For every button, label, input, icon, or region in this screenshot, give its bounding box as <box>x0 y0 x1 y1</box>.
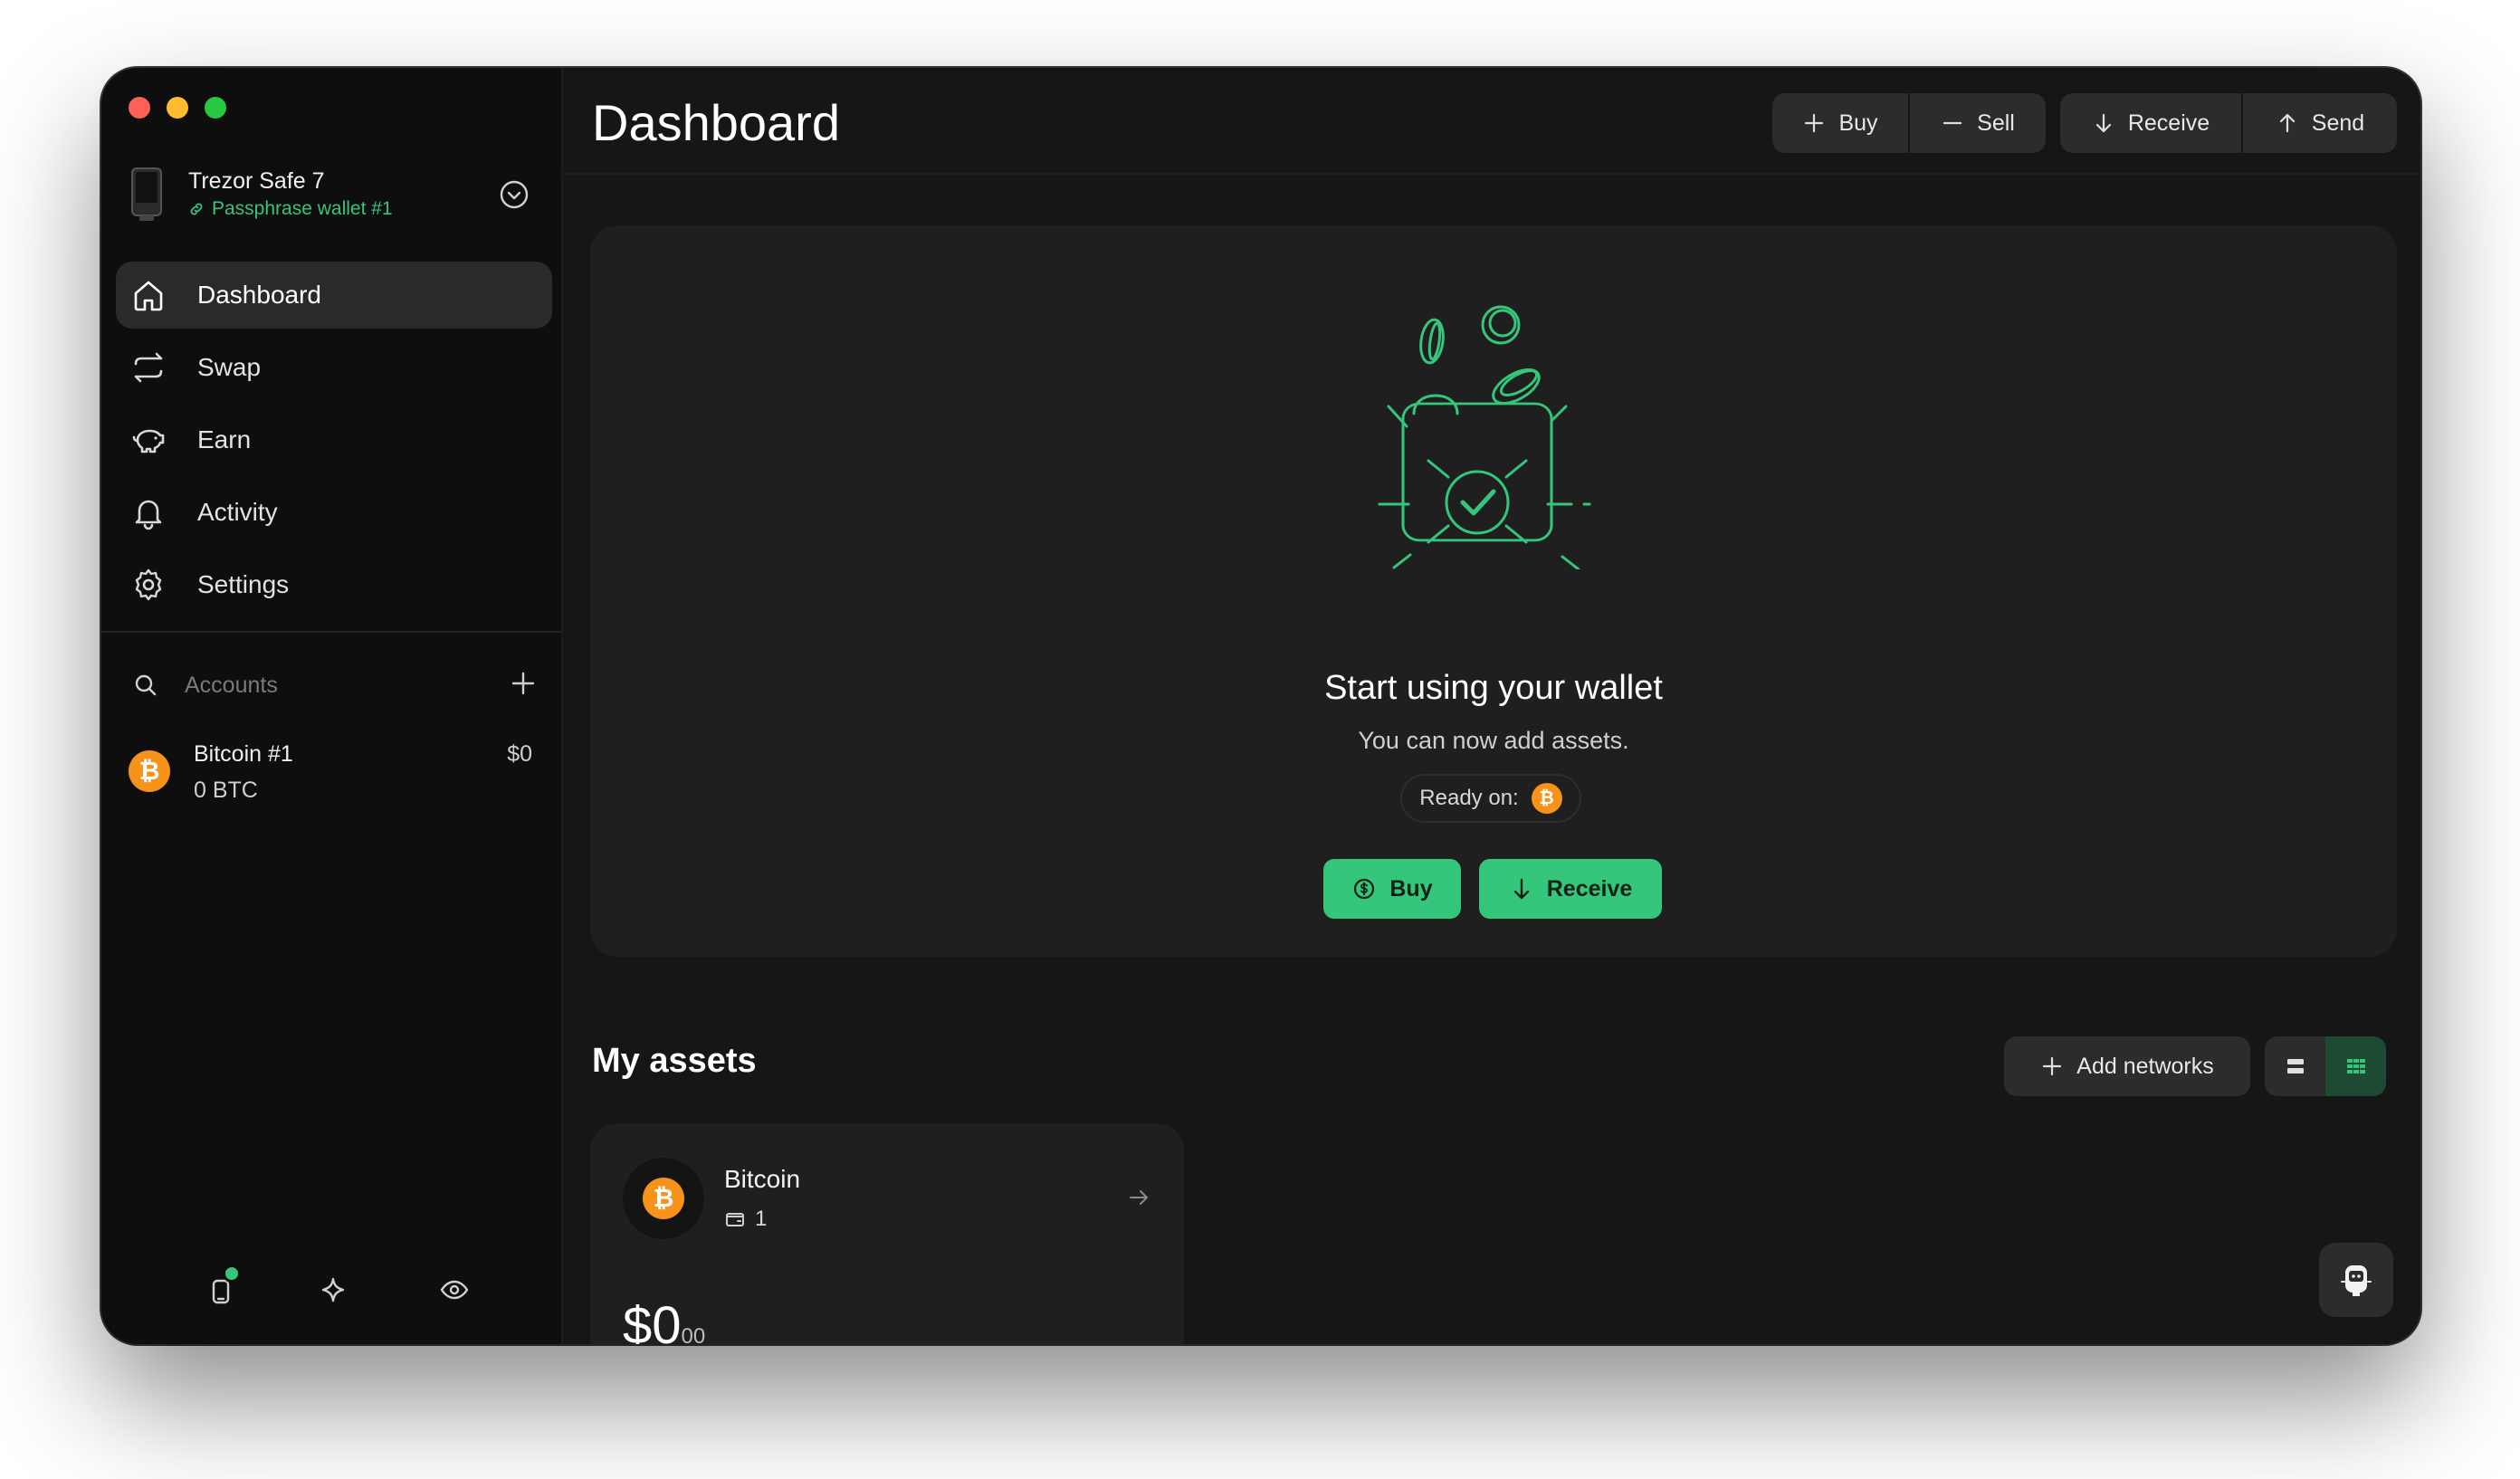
page-title: Dashboard <box>592 94 840 151</box>
minus-icon <box>1943 121 1962 125</box>
list-view-icon <box>2286 1059 2304 1073</box>
accounts-count: 1 <box>755 1207 768 1231</box>
nav-label: Dashboard <box>197 281 321 309</box>
view-mode-toggle <box>2265 1036 2386 1096</box>
empty-state-title: Start using your wallet <box>1324 669 1663 707</box>
arrow-down-icon <box>1513 878 1529 900</box>
sparkle-icon <box>321 1277 345 1302</box>
trezor-device-icon <box>131 167 162 221</box>
top-bar: Dashboard Buy Sell Receive Send <box>563 68 2420 175</box>
wallet-label: Passphrase wallet #1 <box>188 196 393 222</box>
account-fiat-value: $0 <box>507 741 532 767</box>
buy-button[interactable]: Buy <box>1323 859 1461 919</box>
nav-item-dashboard[interactable]: Dashboard <box>116 262 552 329</box>
empty-state-subtitle: You can now add assets. <box>1358 727 1629 754</box>
connected-status-dot <box>223 1264 241 1283</box>
asset-card-bitcoin[interactable]: ₿ Bitcoin 1 $000 <box>590 1123 1184 1344</box>
accounts-search-label: Accounts <box>185 672 278 698</box>
asset-accounts-count: 1 <box>724 1207 767 1232</box>
header-send-button[interactable]: Send <box>2243 93 2397 153</box>
nav-item-earn[interactable]: Earn <box>116 406 552 473</box>
header-send-label: Send <box>2311 110 2365 136</box>
list-view-button[interactable] <box>2265 1036 2325 1096</box>
header-receive-button[interactable]: Receive <box>2060 93 2241 153</box>
account-balance: 0 BTC <box>194 778 258 803</box>
header-sell-button[interactable]: Sell <box>1910 93 2046 153</box>
nav-label: Earn <box>197 425 252 453</box>
asset-name: Bitcoin <box>724 1165 801 1193</box>
asset-value-main: $0 <box>623 1296 682 1344</box>
asset-icon: ₿ <box>623 1158 704 1239</box>
gear-icon <box>135 568 162 601</box>
header-buy-button[interactable]: Buy <box>1772 93 1908 153</box>
eye-icon <box>440 1280 469 1300</box>
toggle-privacy-button[interactable] <box>436 1272 472 1308</box>
add-networks-label: Add networks <box>2076 1053 2214 1079</box>
app-window: Trezor Safe 7 Passphrase wallet #1 Dashb… <box>101 68 2420 1344</box>
minimize-window-button[interactable] <box>167 97 188 119</box>
ready-on-badge: Ready on: ₿ <box>1400 774 1581 823</box>
bitcoin-icon: ₿ <box>129 750 170 792</box>
bell-icon <box>135 500 162 530</box>
device-name: Trezor Safe 7 <box>188 168 325 194</box>
wallet-checkmark-illustration <box>1378 305 1591 569</box>
nav-label: Activity <box>197 498 278 526</box>
arrow-down-icon <box>2095 113 2111 133</box>
bitcoin-icon: ₿ <box>1531 783 1562 814</box>
plus-icon <box>1805 113 1824 133</box>
sidebar-footer <box>101 1264 561 1326</box>
piggy-bank-icon <box>132 429 165 453</box>
nav-item-activity[interactable]: Activity <box>116 479 552 546</box>
ready-on-label: Ready on: <box>1419 786 1519 810</box>
whats-new-button[interactable] <box>315 1272 351 1308</box>
grid-view-button[interactable] <box>2325 1036 2386 1096</box>
empty-state-card: Start using your wallet You can now add … <box>590 225 2397 957</box>
sidebar-divider <box>101 631 561 633</box>
swap-icon <box>134 352 163 383</box>
header-receive-label: Receive <box>2127 110 2210 136</box>
arrow-up-icon <box>2279 113 2295 133</box>
device-switcher[interactable]: Trezor Safe 7 Passphrase wallet #1 <box>130 158 536 231</box>
close-window-button[interactable] <box>129 97 150 119</box>
home-icon <box>134 281 163 311</box>
robot-assistant-icon <box>2341 1265 2372 1296</box>
device-status-button[interactable] <box>203 1264 241 1308</box>
add-account-icon[interactable] <box>509 669 538 698</box>
search-icon <box>135 674 157 696</box>
dollar-coin-icon <box>1354 878 1375 900</box>
receive-button-label: Receive <box>1546 875 1633 902</box>
bitcoin-icon: ₿ <box>643 1178 684 1219</box>
wallet-name: Passphrase wallet #1 <box>212 198 393 219</box>
account-name: Bitcoin #1 <box>194 741 293 767</box>
nav-label: Swap <box>197 353 262 381</box>
window-controls <box>129 97 226 119</box>
wallet-icon <box>726 1213 744 1226</box>
chevron-down-icon[interactable] <box>498 178 530 211</box>
support-assistant-button[interactable] <box>2319 1243 2393 1317</box>
nav-label: Settings <box>197 570 290 598</box>
nav-item-settings[interactable]: Settings <box>116 551 552 618</box>
arrow-right-icon <box>1130 1190 1148 1205</box>
header-sell-label: Sell <box>1977 110 2015 136</box>
nav-item-swap[interactable]: Swap <box>116 334 552 401</box>
link-icon <box>190 203 203 215</box>
buy-button-label: Buy <box>1389 875 1433 902</box>
sidebar: Trezor Safe 7 Passphrase wallet #1 Dashb… <box>101 68 563 1344</box>
receive-button[interactable]: Receive <box>1479 859 1662 919</box>
plus-icon <box>2043 1056 2062 1076</box>
accounts-search[interactable]: Accounts <box>132 665 539 705</box>
add-networks-button[interactable]: Add networks <box>2004 1036 2250 1096</box>
device-info: Trezor Safe 7 Passphrase wallet #1 <box>188 167 393 222</box>
asset-value-decimals: 00 <box>681 1324 706 1344</box>
account-item-bitcoin-1[interactable]: ₿ Bitcoin #1 0 BTC $0 <box>129 734 539 810</box>
header-buy-label: Buy <box>1838 110 1878 136</box>
main-navigation: Dashboard Swap Earn Activity Settings <box>116 262 552 624</box>
asset-value: $000 <box>623 1295 705 1344</box>
assets-section-title: My assets <box>592 1042 757 1080</box>
zoom-window-button[interactable] <box>205 97 226 119</box>
grid-view-icon <box>2346 1059 2365 1073</box>
main-content: Dashboard Buy Sell Receive Send Start us… <box>563 68 2420 1344</box>
